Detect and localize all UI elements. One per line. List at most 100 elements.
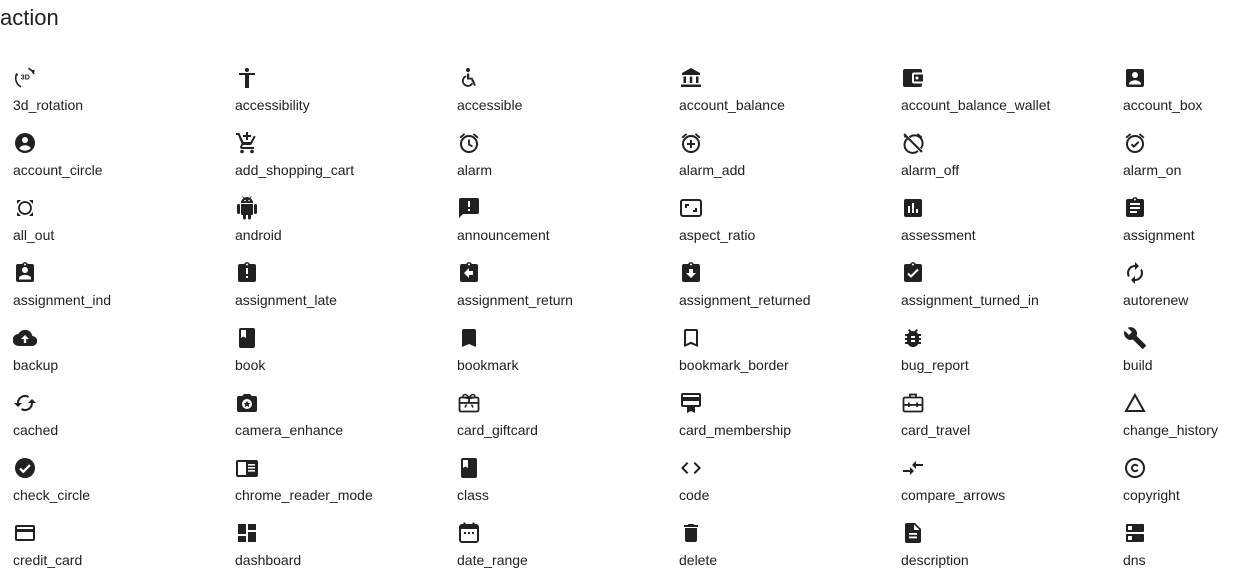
build-icon — [1123, 326, 1147, 350]
section-title: action — [0, 5, 59, 30]
bookmark-border-icon — [679, 326, 703, 350]
icon-tile-alarm[interactable]: alarm — [457, 130, 679, 195]
alarm-off-icon — [901, 131, 925, 155]
icon-tile-assignment-turned-in[interactable]: assignment_turned_in — [901, 260, 1123, 325]
icon-tile-card-membership[interactable]: card_membership — [679, 390, 901, 455]
bug-report-icon — [901, 326, 925, 350]
icon-tile-cached[interactable]: cached — [13, 390, 235, 455]
icon-label: assessment — [901, 227, 976, 243]
icon-tile-account-circle[interactable]: account_circle — [13, 130, 235, 195]
icon-tile-account-balance-wallet[interactable]: account_balance_wallet — [901, 65, 1123, 130]
icon-tile-assignment-return[interactable]: assignment_return — [457, 260, 679, 325]
icon-label: card_giftcard — [457, 422, 538, 438]
icon-label: dashboard — [235, 552, 302, 568]
icon-tile-delete[interactable]: delete — [679, 520, 901, 585]
icon-label: assignment_turned_in — [901, 292, 1039, 308]
account-circle-icon — [13, 131, 37, 155]
accessible-icon — [457, 66, 481, 90]
icon-tile-chrome-reader-mode[interactable]: chrome_reader_mode — [235, 455, 457, 520]
icon-tile-assessment[interactable]: assessment — [901, 195, 1123, 260]
icon-tile-aspect-ratio[interactable]: aspect_ratio — [679, 195, 901, 260]
icon-tile-description[interactable]: description — [901, 520, 1123, 585]
icon-tile-dns[interactable]: dns — [1123, 520, 1243, 585]
icon-tile-compare-arrows[interactable]: compare_arrows — [901, 455, 1123, 520]
card-giftcard-icon — [457, 391, 481, 415]
icon-tile-account-box[interactable]: account_box — [1123, 65, 1243, 130]
credit-card-icon — [13, 521, 37, 545]
change-history-icon — [1123, 391, 1147, 415]
icon-label: alarm — [457, 162, 493, 178]
icon-tile-check-circle[interactable]: check_circle — [13, 455, 235, 520]
card-membership-icon — [679, 391, 703, 415]
icon-tile-alarm-off[interactable]: alarm_off — [901, 130, 1123, 195]
icon-tile-android[interactable]: android — [235, 195, 457, 260]
icon-label: build — [1123, 357, 1153, 373]
icon-tile-assignment-late[interactable]: assignment_late — [235, 260, 457, 325]
icon-tile-bug-report[interactable]: bug_report — [901, 325, 1123, 390]
icon-tile-add-shopping-cart[interactable]: add_shopping_cart — [235, 130, 457, 195]
icon-label: add_shopping_cart — [235, 162, 355, 178]
icon-tile-camera-enhance[interactable]: camera_enhance — [235, 390, 457, 455]
icon-tile-dashboard[interactable]: dashboard — [235, 520, 457, 585]
account-balance-icon — [679, 66, 703, 90]
assignment-return-icon — [457, 261, 481, 285]
icon-tile-accessible[interactable]: accessible — [457, 65, 679, 130]
icon-label: cached — [13, 422, 59, 438]
icon-tile-build[interactable]: build — [1123, 325, 1243, 390]
icon-grid: 3D 3d_rotation accessibility accessible acco… — [13, 65, 1243, 585]
icon-tile-copyright[interactable]: copyright — [1123, 455, 1243, 520]
camera-enhance-icon — [235, 391, 259, 415]
aspect-ratio-icon — [679, 196, 703, 220]
icon-tile-class[interactable]: class — [457, 455, 679, 520]
icon-label: alarm_on — [1123, 162, 1182, 178]
android-icon — [235, 196, 259, 220]
icon-tile-credit-card[interactable]: credit_card — [13, 520, 235, 585]
icon-tile-alarm-add[interactable]: alarm_add — [679, 130, 901, 195]
chrome-reader-mode-icon — [235, 456, 259, 480]
icon-label: dns — [1123, 552, 1146, 568]
icon-tile-alarm-on[interactable]: alarm_on — [1123, 130, 1243, 195]
icon-tile-account-balance[interactable]: account_balance — [679, 65, 901, 130]
alarm-icon — [457, 131, 481, 155]
icon-label: code — [679, 487, 710, 503]
icon-label: assignment — [1123, 227, 1195, 243]
icon-tile-date-range[interactable]: date_range — [457, 520, 679, 585]
svg-text:3D: 3D — [21, 73, 30, 82]
icon-tile-assignment-returned[interactable]: assignment_returned — [679, 260, 901, 325]
icon-tile-change-history[interactable]: change_history — [1123, 390, 1243, 455]
icon-label: 3d_rotation — [13, 97, 84, 113]
icon-label: credit_card — [13, 552, 83, 568]
all-out-icon — [13, 196, 37, 220]
icon-tile-code[interactable]: code — [679, 455, 901, 520]
icon-label: alarm_off — [901, 162, 960, 178]
cached-icon — [13, 391, 37, 415]
icon-tile-bookmark[interactable]: bookmark — [457, 325, 679, 390]
icon-tile-accessibility[interactable]: accessibility — [235, 65, 457, 130]
icon-label: assignment_returned — [679, 292, 811, 308]
icon-tile-bookmark-border[interactable]: bookmark_border — [679, 325, 901, 390]
icon-label: android — [235, 227, 282, 243]
check-circle-icon — [13, 456, 37, 480]
icon-tile-3d-rotation[interactable]: 3D 3d_rotation — [13, 65, 235, 130]
icon-label: backup — [13, 357, 59, 373]
icon-label: assignment_late — [235, 292, 337, 308]
date-range-icon — [457, 521, 481, 545]
icon-label: assignment_ind — [13, 292, 112, 308]
icon-label: card_membership — [679, 422, 792, 438]
icon-tile-card-travel[interactable]: card_travel — [901, 390, 1123, 455]
icon-label: card_travel — [901, 422, 971, 438]
icon-label: delete — [679, 552, 718, 568]
3d-rotation-icon: 3D — [13, 66, 37, 90]
icon-tile-announcement[interactable]: announcement — [457, 195, 679, 260]
class-icon — [457, 456, 481, 480]
icon-tile-assignment-ind[interactable]: assignment_ind — [13, 260, 235, 325]
icon-tile-assignment[interactable]: assignment — [1123, 195, 1243, 260]
icon-tile-book[interactable]: book — [235, 325, 457, 390]
icon-label: assignment_return — [457, 292, 573, 308]
icon-tile-autorenew[interactable]: autorenew — [1123, 260, 1243, 325]
icon-tile-backup[interactable]: backup — [13, 325, 235, 390]
icon-label: account_box — [1123, 97, 1203, 113]
dashboard-icon — [235, 521, 259, 545]
icon-tile-card-giftcard[interactable]: card_giftcard — [457, 390, 679, 455]
icon-tile-all-out[interactable]: all_out — [13, 195, 235, 260]
